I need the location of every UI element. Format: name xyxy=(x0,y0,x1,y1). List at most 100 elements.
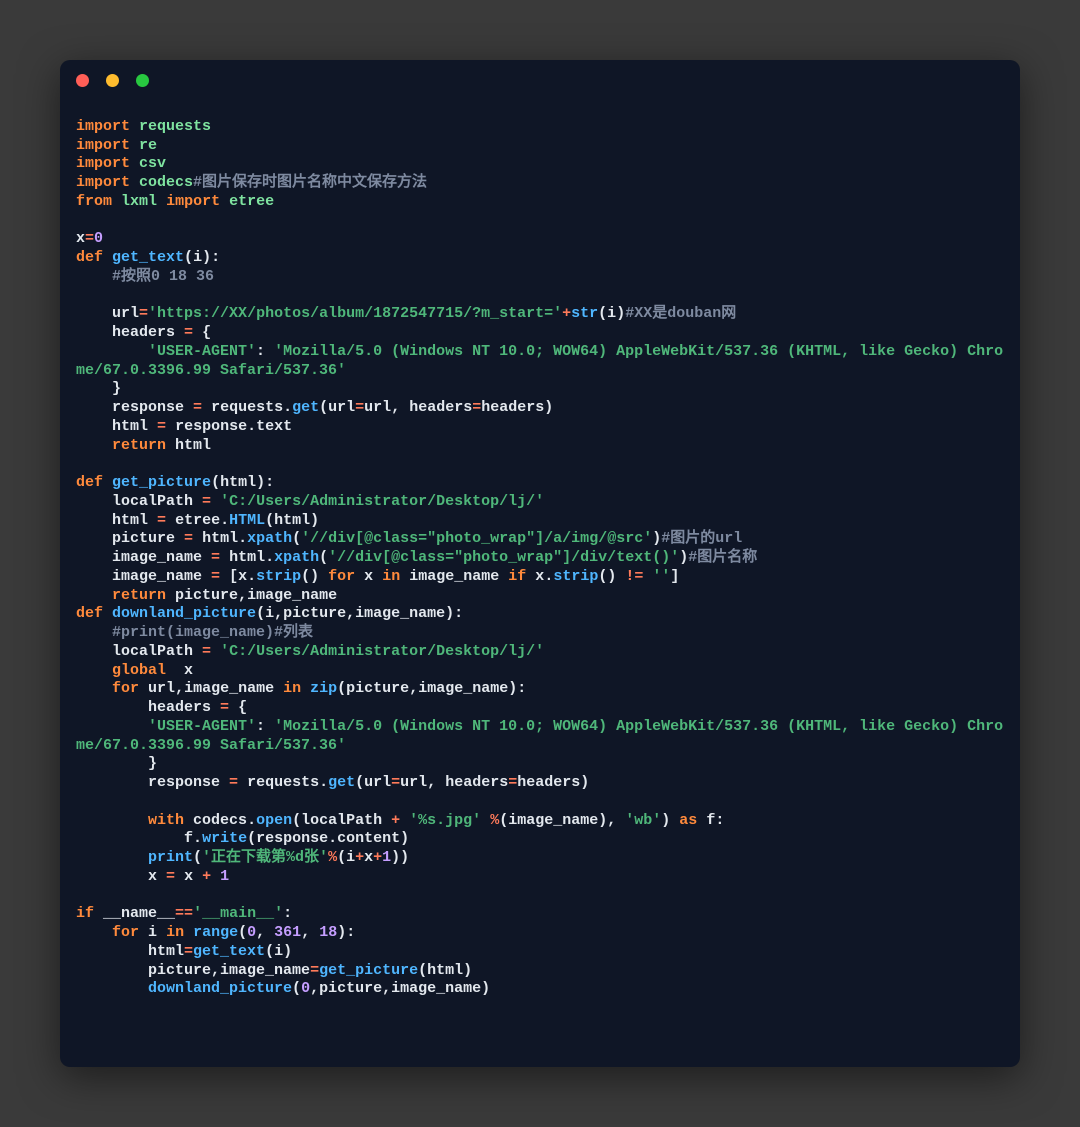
token-var: url xyxy=(364,399,391,416)
token-pun: ) xyxy=(481,980,490,997)
token-var: html xyxy=(112,418,148,435)
token-var: i xyxy=(607,305,616,322)
token-var: url xyxy=(112,305,139,322)
code-line: global x xyxy=(76,662,1004,681)
token-fn: get_picture xyxy=(112,474,211,491)
token-pun: ( xyxy=(265,943,274,960)
token-pun: : xyxy=(715,812,724,829)
token-pun xyxy=(148,512,157,529)
token-var: picture xyxy=(283,605,346,622)
token-op: = xyxy=(211,568,220,585)
token-var: html xyxy=(148,943,184,960)
token-name: re xyxy=(139,137,157,154)
code-line: f.write(response.content) xyxy=(76,830,1004,849)
code-line: def get_text(i): xyxy=(76,249,1004,268)
token-pun: ) xyxy=(616,305,625,322)
token-kw: with xyxy=(148,812,184,829)
token-op: + xyxy=(391,812,400,829)
token-var: html xyxy=(112,512,148,529)
token-pun: ) xyxy=(310,512,319,529)
token-pun xyxy=(184,812,193,829)
code-window: import requestsimport reimport csvimport… xyxy=(60,60,1020,1067)
token-pun xyxy=(373,568,382,585)
token-fn: get xyxy=(328,774,355,791)
token-num: 1 xyxy=(220,868,229,885)
code-line: with codecs.open(localPath + '%s.jpg' %(… xyxy=(76,812,1004,831)
token-var: localPath xyxy=(112,643,193,660)
token-pun xyxy=(130,118,139,135)
token-var: html xyxy=(229,549,265,566)
token-var: url xyxy=(400,774,427,791)
token-fn: xpath xyxy=(274,549,319,566)
token-var: x xyxy=(364,568,373,585)
token-str: '' xyxy=(652,568,670,585)
token-var: x xyxy=(148,868,157,885)
token-var: __name__ xyxy=(103,905,175,922)
token-name: lxml xyxy=(121,193,157,210)
token-pun xyxy=(175,530,184,547)
code-editor[interactable]: import requestsimport reimport csvimport… xyxy=(60,100,1020,1023)
token-pun xyxy=(76,924,112,941)
token-op: = xyxy=(211,549,220,566)
token-str: '%s.jpg' xyxy=(409,812,481,829)
code-line: html=get_text(i) xyxy=(76,943,1004,962)
token-var: image_name xyxy=(508,812,598,829)
minimize-icon[interactable] xyxy=(106,74,119,87)
token-var: image_name xyxy=(112,549,202,566)
token-var: response xyxy=(256,830,328,847)
token-pun: ( xyxy=(499,812,508,829)
zoom-icon[interactable] xyxy=(136,74,149,87)
token-pun xyxy=(166,587,175,604)
token-cmt: #按照0 18 36 xyxy=(112,268,214,285)
token-pun: ( xyxy=(292,812,301,829)
token-pun xyxy=(139,924,148,941)
token-pun: { xyxy=(193,324,211,341)
token-pun: . xyxy=(247,418,256,435)
code-line: def get_picture(html): xyxy=(76,474,1004,493)
token-pun: ), xyxy=(598,812,625,829)
token-pun xyxy=(202,399,211,416)
code-line: downland_picture(0,picture,image_name) xyxy=(76,980,1004,999)
token-kw: import xyxy=(76,137,130,154)
code-line: import codecs#图片保存时图片名称中文保存方法 xyxy=(76,174,1004,193)
token-pun xyxy=(76,587,112,604)
token-cmt: #XX是douban网 xyxy=(625,305,736,322)
token-pun: ( xyxy=(598,305,607,322)
token-pun: . xyxy=(319,774,328,791)
token-pun: ( xyxy=(256,605,265,622)
token-pun xyxy=(202,568,211,585)
token-pun xyxy=(166,512,175,529)
token-var: response xyxy=(112,399,184,416)
token-var: localPath xyxy=(112,493,193,510)
token-pun: . xyxy=(193,830,202,847)
token-var: url xyxy=(364,774,391,791)
token-pun: { xyxy=(229,699,247,716)
code-line: response = requests.get(url=url, headers… xyxy=(76,399,1004,418)
token-pun xyxy=(157,193,166,210)
token-pun xyxy=(76,418,112,435)
token-kw: in xyxy=(283,680,301,697)
token-name: csv xyxy=(139,155,166,172)
token-str: 'C:/Users/Administrator/Desktop/lj/' xyxy=(220,643,544,660)
token-kw: def xyxy=(76,474,103,491)
token-num: 0 xyxy=(247,924,256,941)
close-icon[interactable] xyxy=(76,74,89,87)
code-line xyxy=(76,793,1004,812)
token-pun xyxy=(202,549,211,566)
token-op: = xyxy=(166,868,175,885)
token-kw: for xyxy=(328,568,355,585)
token-pun: , xyxy=(301,924,319,941)
token-pun: : xyxy=(283,905,292,922)
token-pun xyxy=(220,549,229,566)
token-pun: ( xyxy=(292,530,301,547)
token-var: picture xyxy=(319,980,382,997)
token-fn: get_text xyxy=(112,249,184,266)
token-fn: print xyxy=(148,849,193,866)
token-pun xyxy=(103,249,112,266)
titlebar xyxy=(60,60,1020,100)
token-kw: import xyxy=(76,174,130,191)
code-line: headers = { xyxy=(76,699,1004,718)
token-var: f xyxy=(706,812,715,829)
token-var: picture xyxy=(148,962,211,979)
token-pun xyxy=(103,474,112,491)
